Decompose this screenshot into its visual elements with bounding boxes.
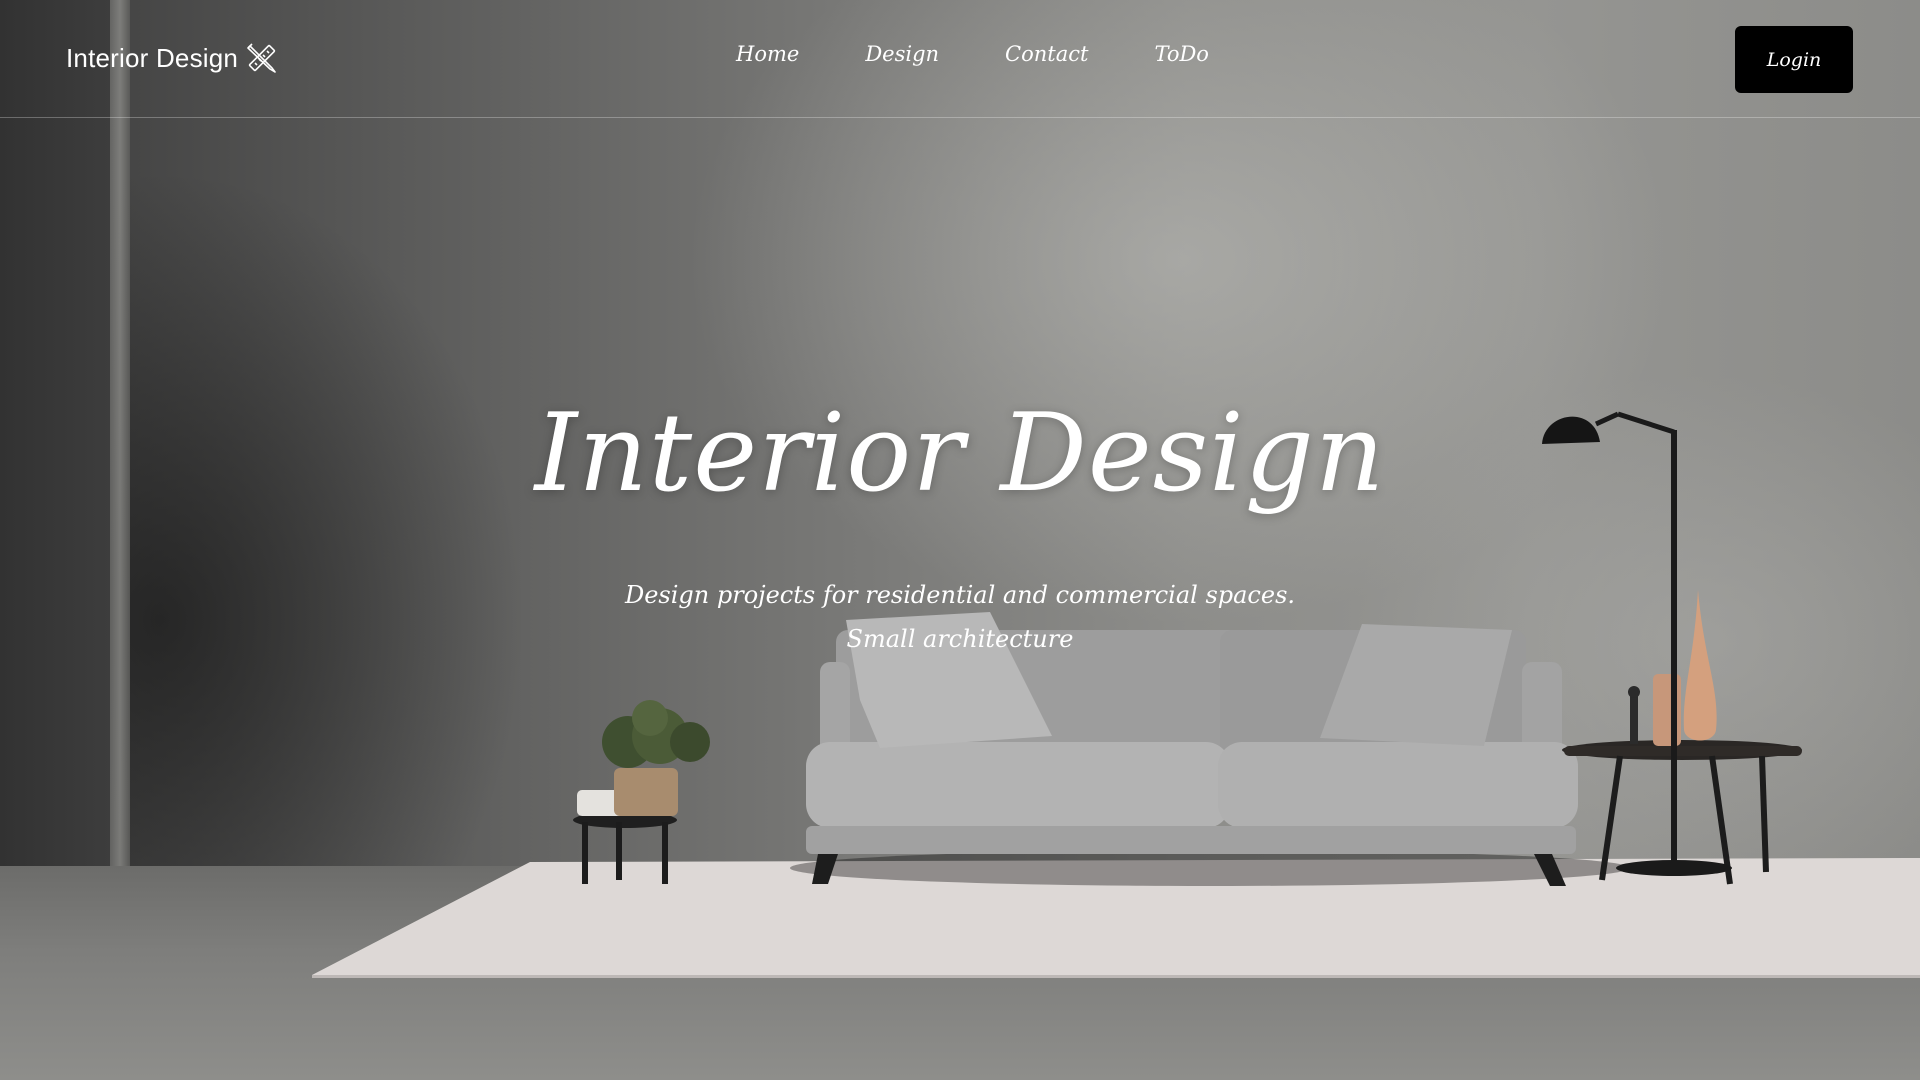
nav-item-home[interactable]: Home: [736, 42, 799, 66]
brand-name: Interior Design: [66, 42, 239, 73]
hero-background-image: [0, 0, 1920, 1080]
hero-subtitle-line-2: Small architecture: [846, 625, 1074, 653]
navbar: Interior Design Home Design Contact ToDo…: [0, 0, 1920, 118]
hero-subtitle: Design projects for residential and comm…: [0, 573, 1920, 661]
nav-item-todo[interactable]: ToDo: [1154, 42, 1209, 66]
login-button[interactable]: Login: [1735, 26, 1853, 93]
plant-side-table: [573, 700, 710, 884]
hero-title: Interior Design: [534, 391, 1386, 516]
nav-item-contact[interactable]: Contact: [1005, 42, 1088, 66]
main-nav: Home Design Contact ToDo: [736, 42, 1209, 66]
landing-page: Interior Design Home Design Contact ToDo…: [0, 0, 1920, 1080]
room-furniture: [312, 411, 1920, 978]
brand-logo[interactable]: Interior Design: [66, 40, 280, 76]
hero-subtitle-line-1: Design projects for residential and comm…: [624, 581, 1296, 609]
nav-item-design[interactable]: Design: [865, 42, 939, 66]
pencil-ruler-icon: [244, 40, 280, 76]
